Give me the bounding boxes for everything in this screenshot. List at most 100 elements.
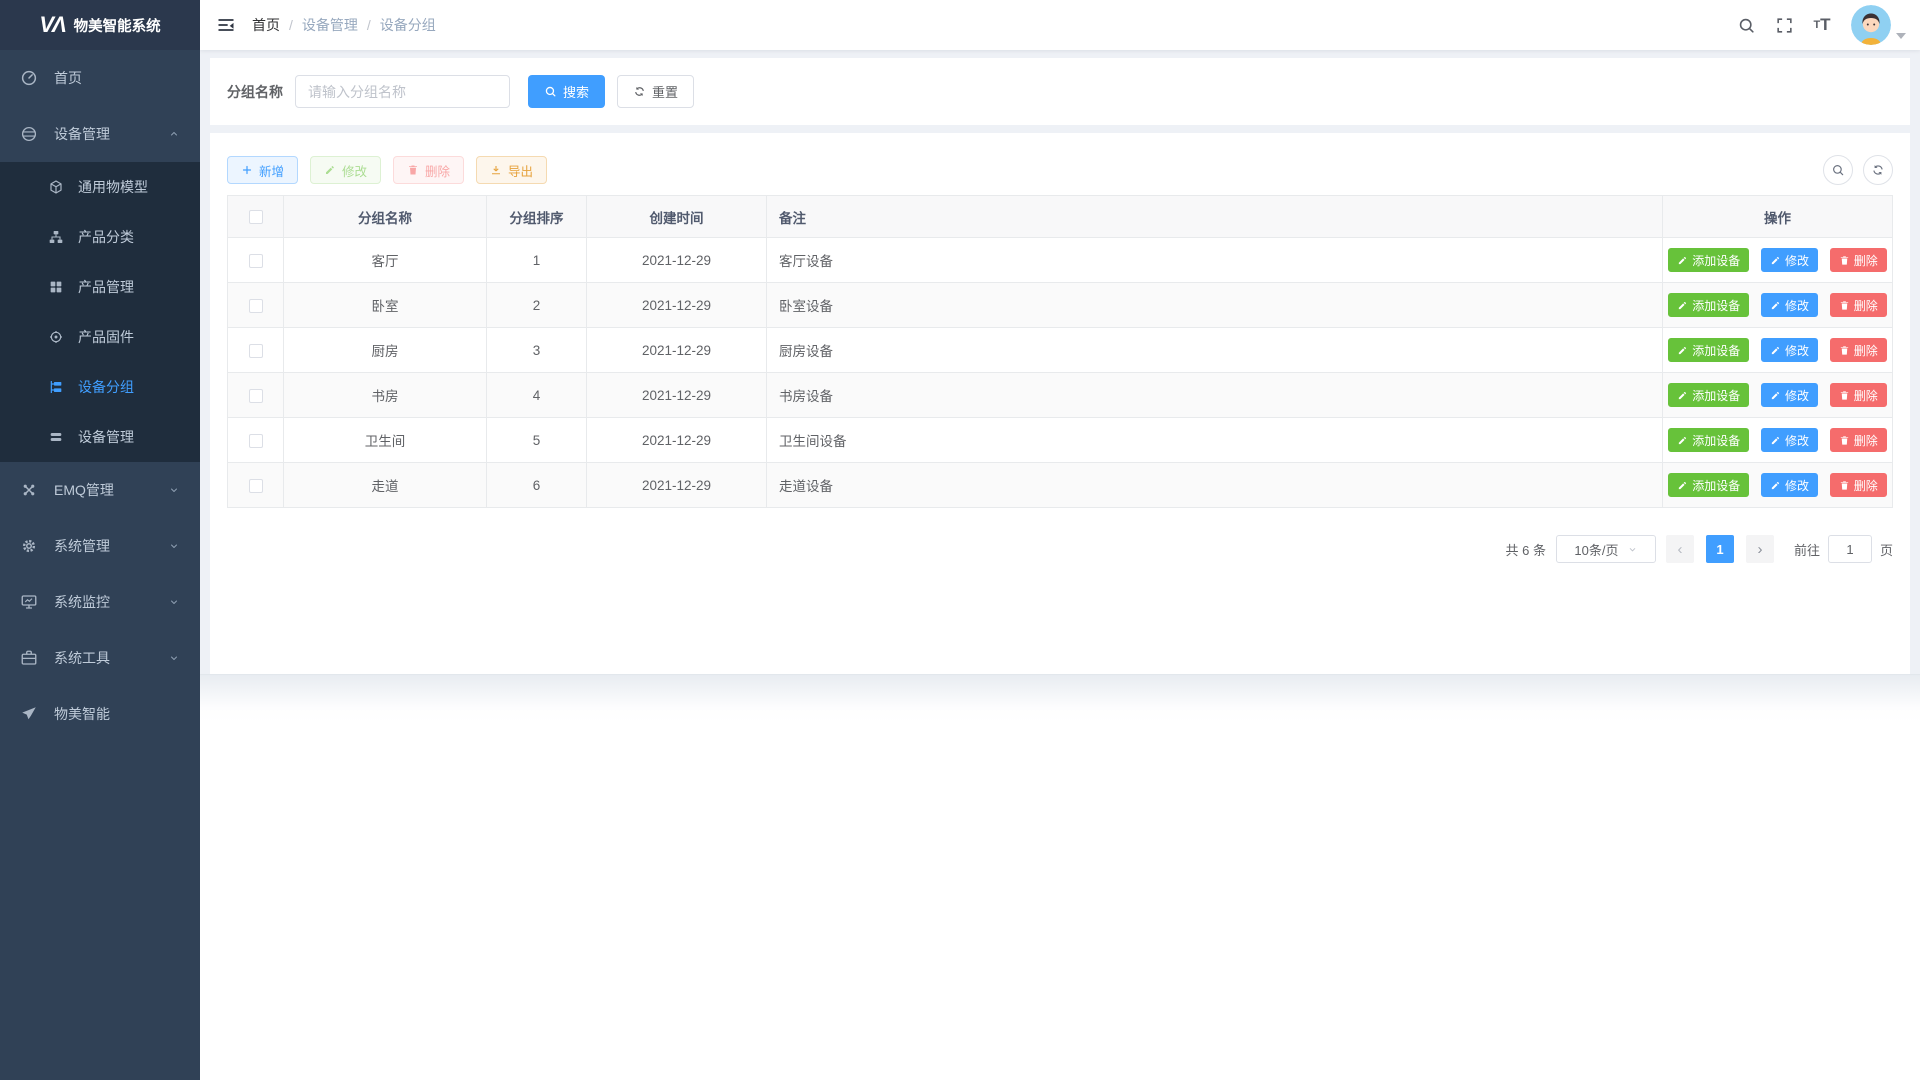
- cell-group-name: 厨房: [284, 328, 487, 373]
- table-row: 卫生间 5 2021-12-29 卫生间设备 添加设备 修改 删除: [228, 418, 1893, 463]
- sidebar-item-device-list[interactable]: 设备管理: [0, 412, 200, 462]
- app-logo[interactable]: VΛ 物美智能系统: [0, 0, 200, 50]
- export-button-label: 导出: [508, 161, 533, 180]
- pagination: 共 6 条 10条/页 ‹ 1 › 前往 页: [227, 535, 1893, 563]
- row-delete-button[interactable]: 删除: [1830, 428, 1887, 452]
- app-logo-icon: VΛ: [39, 12, 64, 38]
- sidebar-item-emq-management[interactable]: EMQ管理: [0, 462, 200, 518]
- search-button-label: 搜索: [563, 82, 589, 101]
- row-edit-button[interactable]: 修改: [1761, 248, 1818, 272]
- goto-unit: 页: [1880, 540, 1893, 559]
- avatar[interactable]: [1851, 5, 1891, 45]
- sidebar-item-label: 首页: [54, 68, 82, 88]
- breadcrumb-home[interactable]: 首页: [252, 15, 280, 35]
- top-navbar: 首页 / 设备管理 / 设备分组 TT: [200, 0, 1920, 50]
- sidebar-item-system-monitor[interactable]: 系统监控: [0, 574, 200, 630]
- cell-created-time: 2021-12-29: [587, 373, 767, 418]
- app-title: 物美智能系统: [74, 15, 161, 36]
- edit-button-label: 修改: [342, 161, 367, 180]
- sidebar-item-thing-model[interactable]: 通用物模型: [0, 162, 200, 212]
- edit-button-label: 修改: [1785, 342, 1809, 359]
- row-edit-button[interactable]: 修改: [1761, 293, 1818, 317]
- delete-button[interactable]: 删除: [393, 156, 464, 184]
- row-edit-button[interactable]: 修改: [1761, 383, 1818, 407]
- sidebar-item-system-tools[interactable]: 系统工具: [0, 630, 200, 686]
- device-management-submenu: 通用物模型 产品分类 产品管理 产品固件: [0, 162, 200, 462]
- row-checkbox[interactable]: [249, 434, 263, 448]
- header-group-name: 分组名称: [284, 196, 487, 238]
- add-button[interactable]: 新增: [227, 156, 298, 184]
- prev-page-button[interactable]: ‹: [1666, 535, 1694, 563]
- row-add-device-button[interactable]: 添加设备: [1668, 338, 1749, 362]
- toolbox-icon: [20, 649, 38, 667]
- row-edit-button[interactable]: 修改: [1761, 473, 1818, 497]
- row-delete-button[interactable]: 删除: [1830, 338, 1887, 362]
- group-name-input[interactable]: [295, 75, 510, 108]
- header-search-icon[interactable]: [1729, 0, 1763, 50]
- cell-created-time: 2021-12-29: [587, 463, 767, 508]
- sidebar-item-label: 产品固件: [78, 327, 134, 347]
- chevron-down-icon: [1627, 544, 1638, 555]
- header-created-time: 创建时间: [587, 196, 767, 238]
- row-add-device-button[interactable]: 添加设备: [1668, 383, 1749, 407]
- monitor-icon: [20, 593, 38, 611]
- edit-button-label: 修改: [1785, 432, 1809, 449]
- row-edit-button[interactable]: 修改: [1761, 338, 1818, 362]
- page-size-select[interactable]: 10条/页: [1556, 535, 1656, 563]
- add-device-button-label: 添加设备: [1692, 252, 1740, 269]
- chevron-down-icon: [168, 596, 180, 608]
- row-checkbox[interactable]: [249, 479, 263, 493]
- sidebar-item-home[interactable]: 首页: [0, 50, 200, 106]
- user-menu[interactable]: [1851, 5, 1906, 45]
- row-checkbox[interactable]: [249, 254, 263, 268]
- reset-button[interactable]: 重置: [617, 75, 694, 108]
- reset-button-label: 重置: [652, 82, 678, 101]
- header-group-order: 分组排序: [487, 196, 587, 238]
- delete-button-label: 删除: [425, 161, 450, 180]
- sidebar-item-device-group[interactable]: 设备分组: [0, 362, 200, 412]
- row-checkbox[interactable]: [249, 299, 263, 313]
- row-delete-button[interactable]: 删除: [1830, 248, 1887, 272]
- sidebar-item-product-firmware[interactable]: 产品固件: [0, 312, 200, 362]
- sidebar-item-system-management[interactable]: 系统管理: [0, 518, 200, 574]
- row-checkbox[interactable]: [249, 344, 263, 358]
- row-delete-button[interactable]: 删除: [1830, 473, 1887, 497]
- page-number-button[interactable]: 1: [1706, 535, 1734, 563]
- goto-page-input[interactable]: [1828, 535, 1872, 563]
- chevron-down-icon: [168, 540, 180, 552]
- paper-plane-icon: [20, 705, 38, 723]
- sidebar-item-device-management[interactable]: 设备管理: [0, 106, 200, 162]
- export-button[interactable]: 导出: [476, 156, 547, 184]
- cell-group-name: 卧室: [284, 283, 487, 328]
- row-add-device-button[interactable]: 添加设备: [1668, 428, 1749, 452]
- breadcrumb-current: 设备分组: [380, 15, 436, 35]
- sidebar-item-product-management[interactable]: 产品管理: [0, 262, 200, 312]
- row-add-device-button[interactable]: 添加设备: [1668, 248, 1749, 272]
- next-page-button[interactable]: ›: [1746, 535, 1774, 563]
- breadcrumb-separator: /: [289, 17, 293, 33]
- search-button[interactable]: 搜索: [528, 75, 605, 108]
- sidebar-item-label: 产品管理: [78, 277, 134, 297]
- row-checkbox[interactable]: [249, 389, 263, 403]
- fullscreen-icon[interactable]: [1767, 0, 1801, 50]
- row-delete-button[interactable]: 删除: [1830, 383, 1887, 407]
- cell-group-order: 6: [487, 463, 587, 508]
- firmware-icon: [48, 329, 64, 345]
- sidebar-toggle-icon[interactable]: [200, 15, 252, 35]
- toggle-search-button[interactable]: [1823, 155, 1853, 185]
- sidebar-item-product-category[interactable]: 产品分类: [0, 212, 200, 262]
- sidebar-item-wumei-smart[interactable]: 物美智能: [0, 686, 200, 742]
- row-edit-button[interactable]: 修改: [1761, 428, 1818, 452]
- row-delete-button[interactable]: 删除: [1830, 293, 1887, 317]
- add-device-button-label: 添加设备: [1692, 432, 1740, 449]
- table-row: 厨房 3 2021-12-29 厨房设备 添加设备 修改 删除: [228, 328, 1893, 373]
- row-add-device-button[interactable]: 添加设备: [1668, 473, 1749, 497]
- edit-button[interactable]: 修改: [310, 156, 381, 184]
- device-list-icon: [48, 429, 64, 445]
- select-all-checkbox[interactable]: [249, 210, 263, 224]
- refresh-button[interactable]: [1863, 155, 1893, 185]
- row-add-device-button[interactable]: 添加设备: [1668, 293, 1749, 317]
- font-size-icon[interactable]: TT: [1805, 0, 1839, 50]
- sidebar-item-label: 系统监控: [54, 592, 110, 612]
- sitemap-icon: [48, 229, 64, 245]
